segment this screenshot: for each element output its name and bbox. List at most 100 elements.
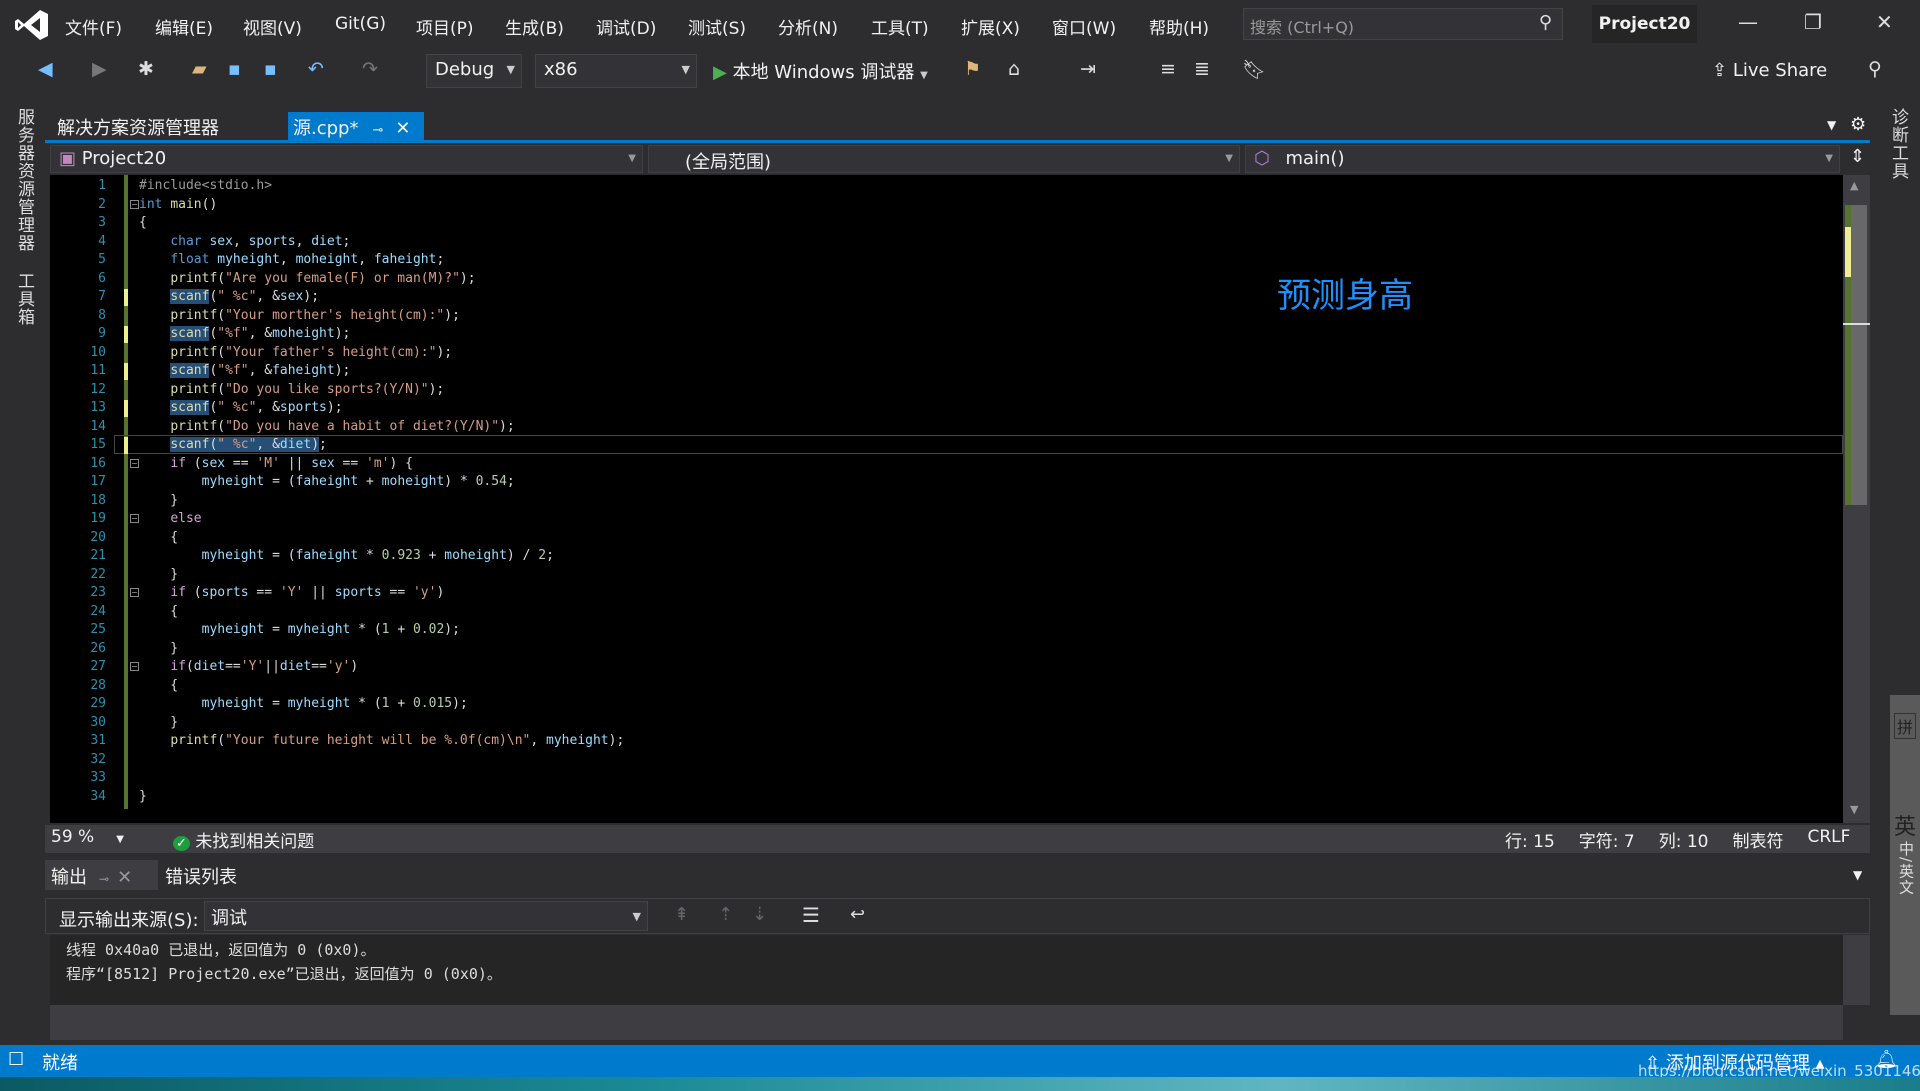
ime-english[interactable]: 英 bbox=[1890, 809, 1920, 841]
indent-indicator[interactable]: 制表符 bbox=[1732, 827, 1783, 852]
code-line[interactable]: scanf("%f", &moheight); bbox=[139, 325, 350, 344]
code-line[interactable]: #include<stdio.h> bbox=[139, 177, 272, 196]
pin-icon[interactable]: ⊸ bbox=[99, 872, 109, 886]
menu-item[interactable]: 分析(N) bbox=[778, 14, 838, 39]
code-line[interactable]: myheight = (faheight + moheight) * 0.54; bbox=[139, 473, 515, 492]
code-line[interactable]: } bbox=[139, 640, 178, 659]
menu-item[interactable]: 测试(S) bbox=[688, 14, 746, 39]
search-input[interactable]: 搜索 (Ctrl+Q) ⚲ bbox=[1243, 8, 1563, 40]
gear-icon[interactable]: ⚙ bbox=[1850, 114, 1866, 135]
collapse-icon[interactable]: − bbox=[130, 514, 139, 523]
code-line[interactable]: { bbox=[139, 677, 178, 696]
tab-source-cpp[interactable]: 源.cpp* ⊸ ✕ bbox=[288, 112, 424, 142]
configuration-dropdown[interactable]: Debug ▼ bbox=[426, 54, 522, 88]
editor-vertical-scrollbar[interactable]: ▲ ▼ bbox=[1843, 175, 1870, 823]
browse-icon[interactable]: ⚑ bbox=[964, 58, 981, 80]
code-line[interactable]: scanf("%f", &faheight); bbox=[139, 362, 350, 381]
char-indicator[interactable]: 字符: 7 bbox=[1579, 827, 1635, 852]
code-line[interactable]: printf("Your future height will be %.0f(… bbox=[139, 732, 624, 751]
code-editor[interactable]: 1 2 3 4 5 6 7 8 9 10 11 12 13 14 15 16 17 18 19 20 21 22 23 24 2… bbox=[50, 175, 1843, 823]
project-dropdown[interactable]: ▣ Project20 ▼ bbox=[50, 145, 643, 173]
code-line[interactable]: myheight = myheight * (1 + 0.02); bbox=[139, 621, 460, 640]
column-indicator[interactable]: 列: 10 bbox=[1659, 827, 1709, 852]
scroll-up-icon[interactable]: ▲ bbox=[1850, 179, 1858, 192]
line-indicator[interactable]: 行: 15 bbox=[1505, 827, 1555, 852]
save-all-icon[interactable]: ▪ bbox=[264, 58, 277, 80]
menu-item[interactable]: 工具(T) bbox=[871, 14, 929, 39]
menu-item[interactable]: 文件(F) bbox=[65, 14, 122, 39]
tab-error-list[interactable]: 错误列表 bbox=[165, 863, 237, 889]
code-line[interactable]: printf("Are you female(F) or man(M)?"); bbox=[139, 270, 475, 289]
menu-item[interactable]: 帮助(H) bbox=[1149, 14, 1209, 39]
collapse-icon[interactable]: − bbox=[130, 588, 139, 597]
scroll-down-icon[interactable]: ▼ bbox=[1850, 803, 1858, 816]
output-source-dropdown[interactable]: 调试 ▼ bbox=[204, 901, 648, 931]
tab-solution-explorer[interactable]: 解决方案资源管理器 bbox=[57, 114, 219, 140]
code-line[interactable]: { bbox=[139, 603, 178, 622]
menu-item[interactable]: 调试(D) bbox=[596, 14, 656, 39]
next-message-icon[interactable]: ⇣ bbox=[752, 904, 767, 925]
step-icon[interactable]: ⇥ bbox=[1080, 58, 1096, 80]
minimize-button[interactable]: — bbox=[1738, 10, 1758, 34]
output-text[interactable]: 线程 0x40a0 已退出，返回值为 0 (0x0)。 程序“[8512] Pr… bbox=[50, 935, 1843, 1005]
code-line[interactable]: myheight = (faheight * 0.923 + moheight)… bbox=[139, 547, 554, 566]
back-icon[interactable]: ◀ bbox=[38, 58, 53, 80]
line-ending-indicator[interactable]: CRLF bbox=[1807, 827, 1850, 852]
ime-panel[interactable]: 拼 英 中/英文 bbox=[1890, 695, 1920, 1015]
find-message-icon[interactable]: ⇞ bbox=[674, 904, 689, 925]
pin-icon[interactable]: ⊸ bbox=[372, 123, 383, 138]
code-line[interactable]: printf("Your father's height(cm):"); bbox=[139, 344, 452, 363]
redo-icon[interactable]: ↷ bbox=[362, 58, 378, 80]
member-dropdown[interactable]: ⬡ main() ▼ bbox=[1245, 145, 1840, 173]
output-horizontal-scrollbar[interactable] bbox=[50, 1005, 1843, 1040]
code-line[interactable]: { bbox=[139, 214, 147, 233]
collapse-icon[interactable]: − bbox=[130, 458, 139, 468]
split-editor-icon[interactable]: ⇕ bbox=[1850, 146, 1865, 167]
code-line[interactable]: if (sports == 'Y' || sports == 'y') bbox=[139, 584, 444, 603]
diagnostic-tools-tab[interactable]: 诊断工具 bbox=[1886, 108, 1911, 180]
bookmark-icon[interactable]: 🔖︎ bbox=[1242, 58, 1266, 81]
menu-item[interactable]: 视图(V) bbox=[243, 14, 302, 39]
code-line[interactable]: int main() bbox=[139, 196, 217, 215]
menu-item[interactable]: 生成(B) bbox=[505, 14, 564, 39]
code-line[interactable]: scanf(" %c", &sports); bbox=[139, 399, 343, 418]
tab-overflow-chevron-icon[interactable]: ▼ bbox=[1827, 118, 1836, 132]
code-line[interactable]: } bbox=[139, 788, 147, 807]
scope-dropdown[interactable]: (全局范围) ▼ bbox=[648, 145, 1240, 173]
server-explorer-tab[interactable]: 服务器资源管理器 bbox=[12, 108, 37, 252]
live-share-button[interactable]: ⇪ Live Share bbox=[1712, 60, 1827, 81]
toolbox-tab[interactable]: 工具箱 bbox=[12, 272, 37, 326]
tab-output[interactable]: 输出 ⊸ ✕ bbox=[45, 860, 158, 890]
forward-icon[interactable]: ▶ bbox=[92, 58, 107, 80]
close-tab-icon[interactable]: ✕ bbox=[395, 118, 410, 139]
menu-item[interactable]: 窗口(W) bbox=[1052, 14, 1116, 39]
comment-icon[interactable]: ≡ bbox=[1160, 58, 1176, 80]
close-tab-icon[interactable]: ✕ bbox=[117, 867, 132, 888]
previous-message-icon[interactable]: ⇡ bbox=[718, 904, 733, 925]
ime-pinyin[interactable]: 拼 bbox=[1894, 713, 1916, 739]
code-line[interactable]: myheight = myheight * (1 + 0.015); bbox=[139, 695, 468, 714]
platform-dropdown[interactable]: x86 ▼ bbox=[535, 54, 697, 88]
collapse-icon[interactable]: − bbox=[130, 199, 139, 209]
word-wrap-icon[interactable]: ↩ bbox=[850, 904, 865, 925]
collapse-icon[interactable]: − bbox=[130, 662, 139, 671]
issues-indicator[interactable]: ✓ 未找到相关问题 bbox=[173, 827, 314, 852]
code-line[interactable]: else bbox=[139, 510, 201, 529]
undo-icon[interactable]: ↶ bbox=[308, 58, 324, 80]
menu-item[interactable]: 项目(P) bbox=[416, 14, 474, 39]
close-window-button[interactable]: ✕ bbox=[1876, 10, 1893, 34]
feedback-icon[interactable]: ⚲ bbox=[1868, 58, 1882, 80]
code-line[interactable]: float myheight, moheight, faheight; bbox=[139, 251, 444, 270]
menu-item[interactable]: Git(G) bbox=[335, 14, 386, 34]
zoom-dropdown[interactable]: 59 % ▼ bbox=[51, 827, 124, 847]
ime-toggle[interactable]: 中/英文 bbox=[1896, 841, 1917, 895]
code-line[interactable]: printf("Do you like sports?(Y/N)"); bbox=[139, 381, 444, 400]
uncomment-icon[interactable]: ≣ bbox=[1194, 58, 1210, 80]
clear-all-icon[interactable]: ☰ bbox=[802, 903, 820, 927]
scroll-thumb[interactable] bbox=[1851, 205, 1867, 505]
code-line[interactable]: char sex, sports, diet; bbox=[139, 233, 350, 252]
code-line[interactable]: } bbox=[139, 492, 178, 511]
menu-item[interactable]: 编辑(E) bbox=[155, 14, 213, 39]
code-line[interactable]: printf("Do you have a habit of diet?(Y/N… bbox=[139, 418, 514, 437]
code-line[interactable]: scanf(" %c", &diet); bbox=[139, 436, 327, 455]
